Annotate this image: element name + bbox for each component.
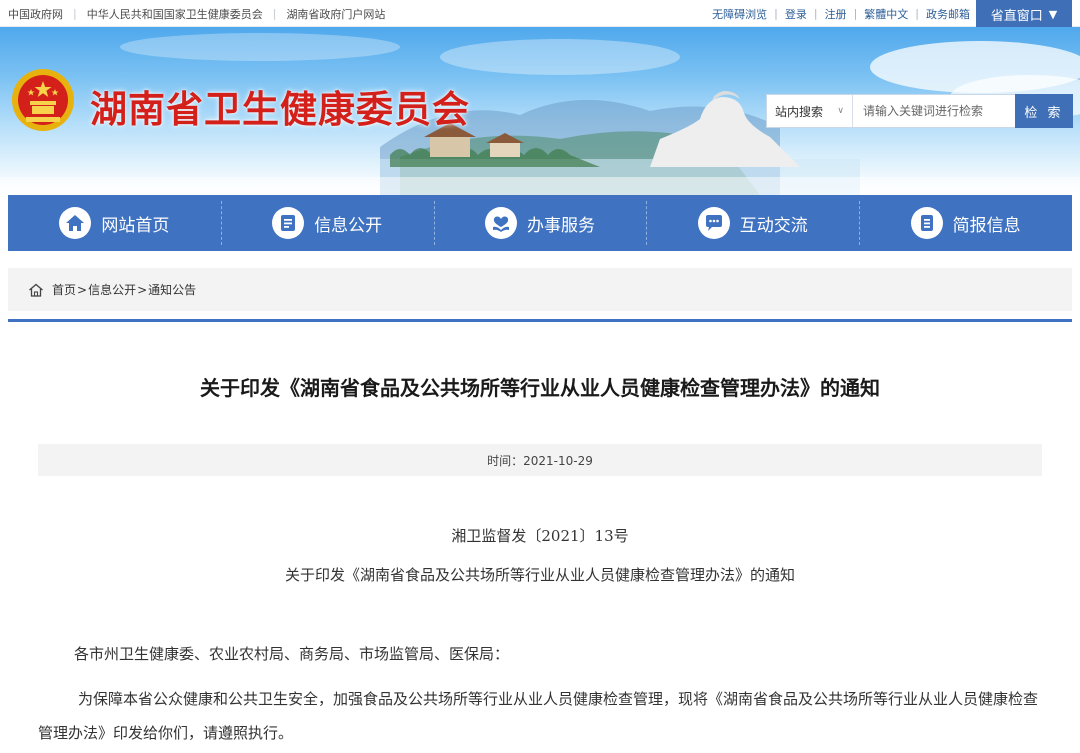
top-utility-bar: 中国政府网 | 中华人民共和国国家卫生健康委员会 | 湖南省政府门户网站 无障碍… (0, 0, 1080, 29)
search-scope-select[interactable]: 站内搜索 ∨ (767, 95, 853, 127)
nav-item-label: 网站首页 (101, 215, 170, 236)
link-divider: | (915, 7, 919, 20)
heart-hands-icon (484, 207, 517, 239)
dropdown-arrow-icon: ▼ (1048, 8, 1058, 21)
breadcrumb-home-link[interactable]: 首页 (52, 281, 76, 298)
utility-links: 无障碍浏览 | 登录 | 注册 | 繁體中文 | 政务邮箱 (712, 0, 970, 27)
search-input[interactable] (853, 95, 1015, 127)
search-scope-label: 站内搜索 (775, 104, 824, 119)
nav-item-home[interactable]: 网站首页 (8, 195, 221, 251)
nav-item-info-disclosure[interactable]: 信息公开 (220, 195, 434, 251)
document-paragraph: 为保障本省公众健康和公共卫生安全，加强食品及公共场所等行业从业人员健康检查管理，… (38, 690, 1039, 742)
login-link[interactable]: 登录 (785, 6, 807, 22)
government-links: 中国政府网 | 中华人民共和国国家卫生健康委员会 | 湖南省政府门户网站 (8, 0, 385, 27)
nav-item-interaction[interactable]: 互动交流 (646, 195, 859, 251)
nav-item-label: 信息公开 (314, 215, 383, 236)
chevron-down-icon: ∨ (837, 106, 844, 116)
document-subtitle: 关于印发《湖南省食品及公共场所等行业从业人员健康检查管理办法》的通知 (284, 566, 795, 584)
breadcrumb-notices-link[interactable]: 通知公告 (148, 281, 196, 298)
nav-item-label: 互动交流 (739, 215, 808, 236)
article-title: 关于印发《湖南省食品及公共场所等行业从业人员健康检查管理办法》的通知 (200, 376, 880, 400)
document-number: 湘卫监督发〔2021〕13号 (451, 527, 629, 545)
link-divider: | (813, 7, 818, 20)
document-list-icon (272, 207, 305, 239)
site-search: 站内搜索 ∨ 检 索 (766, 94, 1073, 128)
government-mail-link[interactable]: 政务邮箱 (926, 6, 970, 22)
article-content: 关于印发《湖南省食品及公共场所等行业从业人员健康检查管理办法》的通知 时间：20… (8, 319, 1072, 753)
breadcrumb-separator: > (77, 282, 88, 297)
breadcrumb-separator: > (137, 282, 148, 297)
link-divider: | (272, 7, 277, 20)
link-divider: | (853, 7, 858, 20)
accessibility-link[interactable]: 无障碍浏览 (712, 6, 767, 22)
document-addressee: 各市州卫生健康委、农业农村局、商务局、市场监管局、医保局： (74, 645, 510, 663)
report-icon (910, 207, 943, 239)
link-divider: | (774, 7, 778, 20)
nav-item-label: 办事服务 (526, 215, 595, 236)
breadcrumb: 首页 > 信息公开 > 通知公告 (8, 268, 1072, 311)
main-navigation: 网站首页 信息公开 办事服务 互动交流 简报信息 (8, 195, 1072, 251)
nav-item-briefing[interactable]: 简报信息 (859, 195, 1072, 251)
search-button[interactable]: 检 索 (1015, 94, 1073, 128)
register-link[interactable]: 注册 (825, 6, 847, 22)
home-outline-icon (28, 283, 44, 297)
provincial-window-label: 省直窗口 (990, 9, 1043, 24)
link-divider: | (73, 7, 77, 20)
article-publish-time: 时间：2021-10-29 (38, 444, 1042, 476)
site-name-logo-text: 湖南省卫生健康委员会 (90, 88, 470, 131)
home-icon (59, 207, 92, 239)
national-emblem-icon (12, 69, 74, 131)
provincial-window-dropdown[interactable]: 省直窗口 ▼ (976, 0, 1072, 29)
breadcrumb-info-disclosure-link[interactable]: 信息公开 (88, 281, 136, 298)
traditional-chinese-link[interactable]: 繁體中文 (864, 6, 908, 22)
nav-item-label: 简报信息 (952, 215, 1021, 236)
nav-item-services[interactable]: 办事服务 (433, 195, 647, 251)
link-china-government[interactable]: 中国政府网 (8, 6, 63, 22)
link-national-health-commission[interactable]: 中华人民共和国国家卫生健康委员会 (87, 6, 263, 22)
chat-bubble-icon (697, 207, 730, 239)
link-hunan-government-portal[interactable]: 湖南省政府门户网站 (286, 6, 385, 22)
